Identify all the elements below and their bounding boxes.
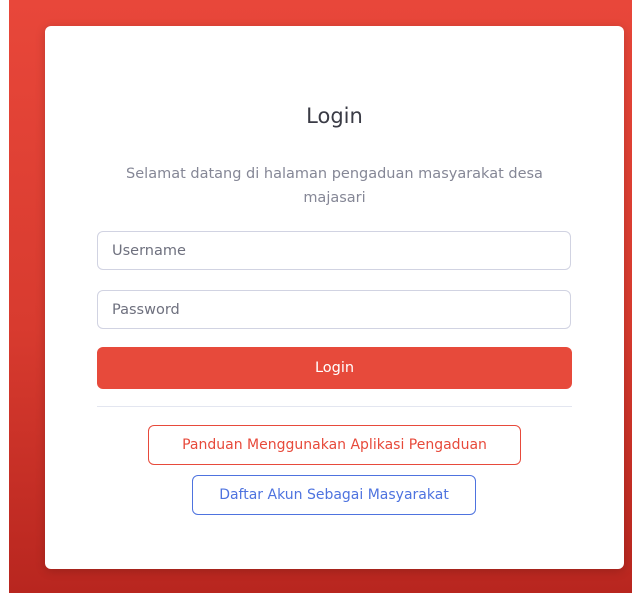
page-title: Login bbox=[306, 104, 363, 128]
login-button[interactable]: Login bbox=[97, 347, 572, 389]
divider bbox=[97, 406, 572, 407]
register-button[interactable]: Daftar Akun Sebagai Masyarakat bbox=[192, 475, 476, 515]
welcome-text: Selamat datang di halaman pengaduan masy… bbox=[126, 166, 543, 206]
guide-button[interactable]: Panduan Menggunakan Aplikasi Pengaduan bbox=[148, 425, 521, 465]
password-input[interactable] bbox=[97, 290, 571, 329]
username-input[interactable] bbox=[97, 231, 571, 270]
login-card: Login Selamat datang di halaman pengadua… bbox=[45, 26, 624, 569]
